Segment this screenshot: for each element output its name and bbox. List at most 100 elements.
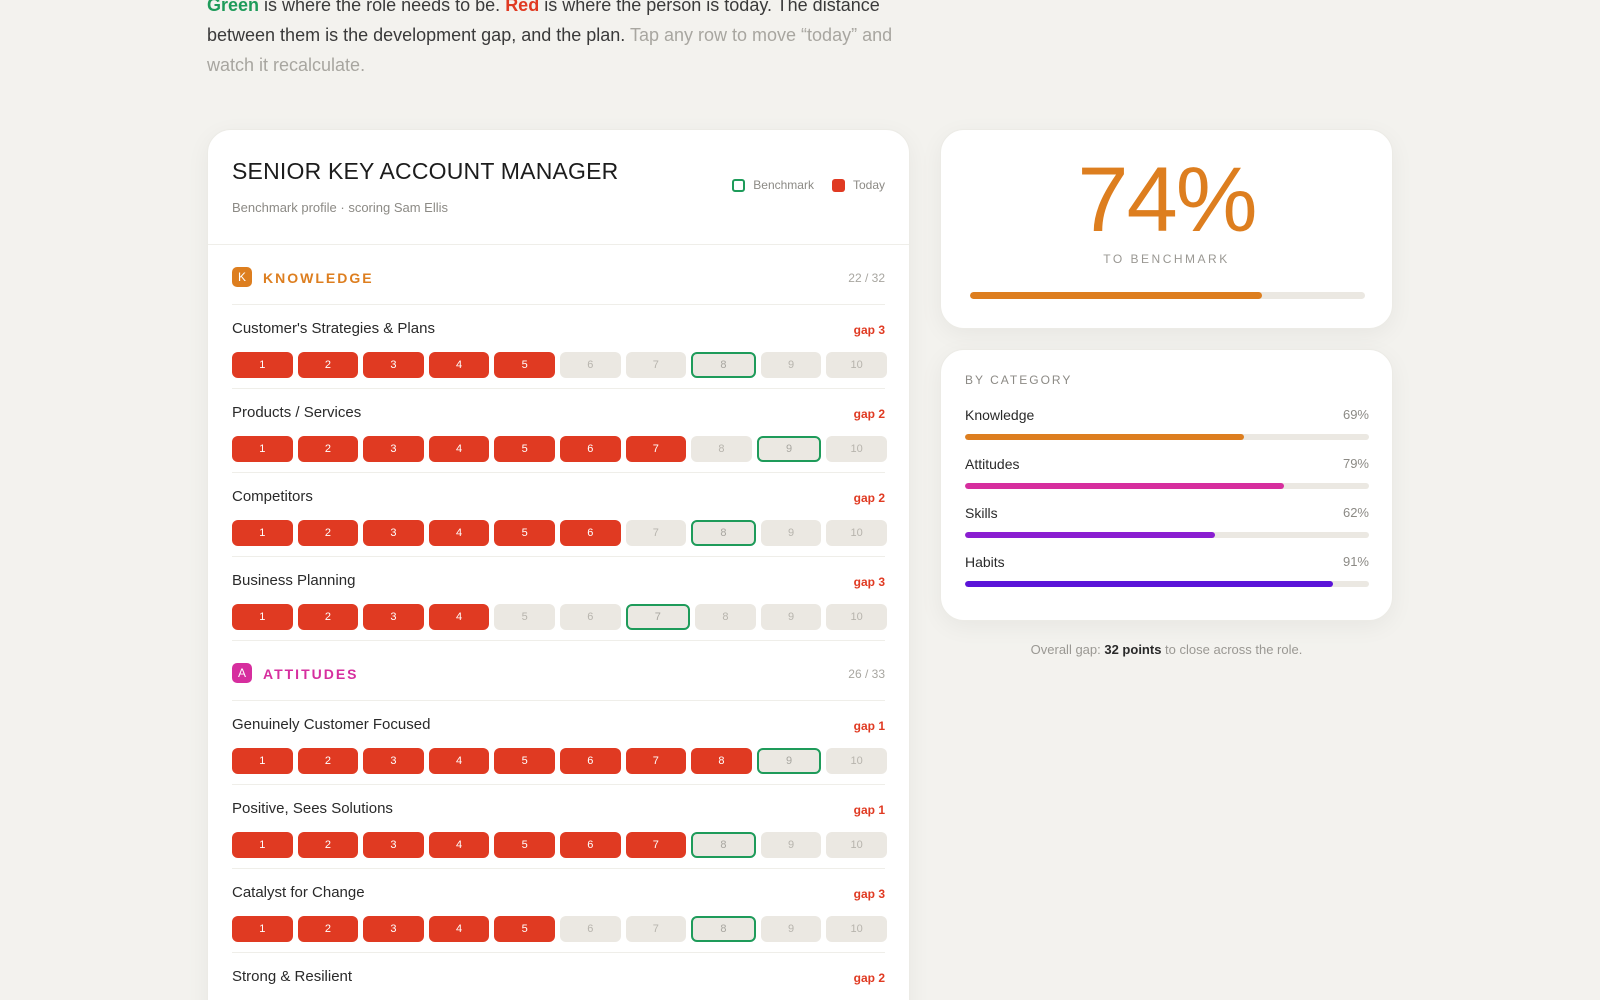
score-cell-4[interactable]: 4	[428, 352, 490, 378]
score-cell-9[interactable]: 9	[760, 604, 822, 630]
competency-row[interactable]: Customer's Strategies & Plans gap 3 123456…	[232, 305, 887, 389]
score-cell-9[interactable]: 9	[760, 916, 822, 942]
score-cell-1[interactable]: 1	[232, 604, 293, 630]
score-cell-5[interactable]: 5	[494, 436, 555, 462]
score-cell-7[interactable]: 7	[625, 916, 687, 942]
competency-name: Competitors	[232, 488, 313, 505]
competency-gap: gap 2	[853, 971, 885, 985]
score-cell-5[interactable]: 5	[494, 604, 555, 630]
score-cell-5[interactable]: 5	[494, 832, 555, 858]
competency-name: Positive, Sees Solutions	[232, 800, 393, 817]
score-cell-7[interactable]: 7	[625, 832, 687, 858]
score-cell-4[interactable]: 4	[428, 832, 490, 858]
score-card: 74% TO BENCHMARK	[940, 129, 1393, 329]
benchmark-swatch-icon	[732, 178, 746, 192]
score-cell-3[interactable]: 3	[363, 352, 424, 378]
score-cell-2[interactable]: 2	[297, 916, 359, 942]
category-progress-fill	[965, 434, 1244, 440]
category-name: ATTITUDES	[263, 666, 359, 682]
score-cell-1[interactable]: 1	[232, 520, 293, 546]
score-cell-1[interactable]: 1	[232, 748, 293, 774]
score-scale: 1 2 3 4 5 6 7 8 9 10	[232, 352, 887, 378]
score-cell-6[interactable]: 6	[559, 352, 621, 378]
score-cell-6[interactable]: 6	[559, 748, 621, 774]
score-cell-8[interactable]: 8	[691, 832, 756, 858]
score-cell-6[interactable]: 6	[559, 916, 621, 942]
score-cell-1[interactable]: 1	[232, 352, 293, 378]
score-cell-9[interactable]: 9	[756, 748, 822, 774]
score-cell-5[interactable]: 5	[494, 916, 555, 942]
score-cell-2[interactable]: 2	[297, 436, 359, 462]
score-cell-3[interactable]: 3	[363, 604, 424, 630]
category-progress-skills: Skills 62%	[965, 505, 1369, 545]
score-cell-1[interactable]: 1	[232, 436, 293, 462]
category-progress-habits: Habits 91%	[965, 554, 1369, 594]
competency-row[interactable]: Strong & Resilientgap 212345678910	[232, 953, 885, 1000]
score-cell-4[interactable]: 4	[428, 604, 490, 630]
competency-row[interactable]: Catalyst for Change gap 3 1 2 3 4 5 6 7 8 9 10	[232, 869, 887, 953]
score-cell-3[interactable]: 3	[363, 832, 424, 858]
score-cell-2[interactable]: 2	[297, 748, 359, 774]
score-cell-2[interactable]: 2	[297, 352, 359, 378]
score-cell-5[interactable]: 5	[494, 352, 555, 378]
score-cell-9[interactable]: 9	[756, 436, 822, 462]
score-cell-5[interactable]: 5	[494, 520, 555, 546]
score-cell-7[interactable]: 7	[625, 604, 691, 630]
category-name: KNOWLEDGE	[263, 270, 374, 286]
category-badge-icon: K	[232, 267, 252, 287]
score-cell-7[interactable]: 7	[625, 748, 687, 774]
score-cell-2[interactable]: 2	[297, 520, 359, 546]
score-cell-8[interactable]: 8	[691, 436, 752, 462]
competency-row[interactable]: Products / Services gap 2 1 2 3 4 5 6 7 8 9 10	[232, 389, 887, 473]
score-cell-8[interactable]: 8	[691, 748, 752, 774]
score-cell-7[interactable]: 7	[625, 436, 687, 462]
score-cell-5[interactable]: 5	[494, 748, 555, 774]
score-scale: 1 2 3 4 5 6 7 8 9 10	[232, 520, 887, 546]
score-cell-10[interactable]: 10	[826, 748, 887, 774]
score-cell-6[interactable]: 6	[559, 520, 621, 546]
competency-row[interactable]: Business Planning gap 3 1 2 3 4 5 6 7 8 9 10	[232, 557, 887, 641]
score-cell-8[interactable]: 8	[691, 916, 756, 942]
score-cell-10[interactable]: 10	[826, 352, 887, 378]
score-cell-6[interactable]: 6	[559, 604, 621, 630]
score-cell-8[interactable]: 8	[695, 604, 756, 630]
competency-row[interactable]: Positive, Sees Solutions gap 1 1 2 3 4 5 6 7 8 9 10	[232, 785, 887, 869]
category-progress-value: 79%	[1342, 456, 1369, 471]
score-cell-4[interactable]: 4	[428, 916, 490, 942]
category-badge-icon: A	[232, 663, 252, 683]
category-progress-bar	[965, 532, 1369, 538]
score-cell-2[interactable]: 2	[297, 832, 359, 858]
score-cell-7[interactable]: 7	[625, 520, 687, 546]
score-cell-3[interactable]: 3	[363, 436, 424, 462]
score-cell-6[interactable]: 6	[559, 436, 621, 462]
score-cell-2[interactable]: 2	[297, 604, 359, 630]
competency-row[interactable]: Competitors gap 2 1 2 3 4 5 6 7 8 9 10	[232, 473, 887, 557]
score-cell-4[interactable]: 4	[428, 436, 490, 462]
score-cell-8[interactable]: 8	[691, 352, 756, 378]
competency-name: Customer's Strategies & Plans	[232, 320, 435, 337]
score-cell-10[interactable]: 10	[826, 604, 887, 630]
score-cell-1[interactable]: 1	[232, 832, 293, 858]
score-cell-7[interactable]: 7	[625, 352, 687, 378]
score-cell-9[interactable]: 9	[760, 352, 822, 378]
score-cell-10[interactable]: 10	[826, 916, 887, 942]
score-cell-10[interactable]: 10	[826, 832, 887, 858]
score-cell-4[interactable]: 4	[428, 748, 490, 774]
competency-gap: gap 3	[853, 887, 885, 901]
competency-gap: gap 3	[853, 323, 885, 337]
score-cell-9[interactable]: 9	[760, 520, 822, 546]
competency-row[interactable]: Genuinely Customer Focused gap 1 123456789…	[232, 701, 887, 785]
competency-name: Catalyst for Change	[232, 884, 365, 901]
category-header-knowledge: K KNOWLEDGE 22 / 32	[232, 245, 885, 305]
score-cell-9[interactable]: 9	[760, 832, 822, 858]
score-cell-3[interactable]: 3	[363, 916, 424, 942]
score-cell-10[interactable]: 10	[826, 436, 887, 462]
score-cell-1[interactable]: 1	[232, 916, 293, 942]
score-cell-6[interactable]: 6	[559, 832, 621, 858]
score-cell-10[interactable]: 10	[826, 520, 887, 546]
score-cell-3[interactable]: 3	[363, 520, 424, 546]
score-cell-4[interactable]: 4	[428, 520, 490, 546]
red-word: Red	[505, 0, 540, 15]
score-cell-3[interactable]: 3	[363, 748, 424, 774]
score-cell-8[interactable]: 8	[691, 520, 756, 546]
